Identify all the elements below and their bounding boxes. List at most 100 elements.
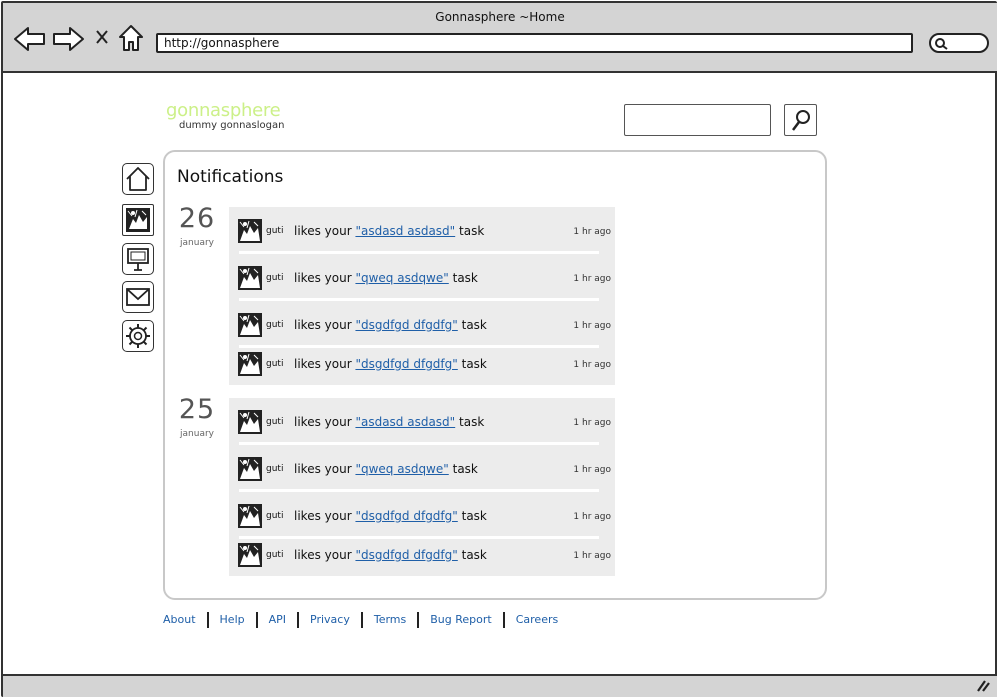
object-text: task (461, 509, 487, 523)
notification-text: likes your "dsgdfgd dfgdfg" task (294, 548, 487, 562)
footer-separator (206, 612, 209, 628)
footer-separator (417, 612, 420, 628)
presentation-icon (127, 248, 149, 271)
footer-link-about[interactable]: About (163, 613, 196, 626)
username[interactable]: guti (266, 550, 283, 560)
footer-separator (255, 612, 258, 628)
task-link[interactable]: "dsgdfgd dfgdfg" (355, 357, 457, 371)
notification-text: likes your "dsgdfgd dfgdfg" task (294, 318, 487, 332)
notification-text: likes your "qweq asdqwe" task (294, 271, 478, 285)
divider (239, 251, 599, 254)
footer-link-careers[interactable]: Careers (516, 613, 559, 626)
footer-link-help[interactable]: Help (220, 613, 245, 626)
username[interactable]: guti (266, 273, 283, 283)
close-icon[interactable] (95, 29, 109, 45)
task-link[interactable]: "asdasd asdasd" (355, 415, 455, 429)
notification-group: guti likes your "asdasd asdasd" task 1 hr … (229, 207, 615, 385)
username[interactable]: guti (266, 359, 283, 369)
user-avatar[interactable] (238, 410, 262, 434)
home-nav-icon[interactable] (117, 23, 145, 53)
task-link[interactable]: "qweq asdqwe" (355, 462, 448, 476)
address-bar[interactable]: http://gonnasphere (156, 33, 913, 53)
user-avatar[interactable] (238, 219, 262, 243)
sidebar-item-presentations[interactable] (122, 243, 154, 275)
timestamp: 1 hr ago (573, 512, 611, 522)
object-text: task (461, 357, 487, 371)
divider (239, 442, 599, 445)
notification-row: guti likes your "qweq asdqwe" task 1 hr ag… (229, 453, 615, 483)
username[interactable]: guti (266, 511, 283, 521)
username[interactable]: guti (266, 226, 283, 236)
user-avatar[interactable] (238, 543, 262, 567)
notification-group: guti likes your "asdasd asdasd" task 1 hr … (229, 398, 615, 576)
notification-row: guti likes your "qweq asdqwe" task 1 hr ag… (229, 262, 615, 292)
timestamp: 1 hr ago (573, 418, 611, 428)
date-day: 26 (178, 203, 216, 234)
timestamp: 1 hr ago (573, 227, 611, 237)
browser-toolbar: Gonnasphere ~Home http://gonnasphere (3, 3, 997, 73)
home-icon (126, 167, 150, 191)
site-slogan: dummy gonnaslogan (179, 120, 285, 131)
magnifier-icon (791, 110, 810, 131)
settings-icon (126, 324, 150, 348)
footer-links: About Help API Privacy Terms Bug Report Career… (163, 612, 558, 628)
user-avatar[interactable] (238, 504, 262, 528)
object-text: task (461, 318, 487, 332)
footer-link-terms[interactable]: Terms (374, 613, 406, 626)
username[interactable]: guti (266, 320, 283, 330)
user-avatar[interactable] (238, 313, 262, 337)
action-text: likes your (294, 224, 352, 238)
footer-separator (360, 612, 363, 628)
action-text: likes your (294, 318, 352, 332)
task-link[interactable]: "dsgdfgd dfgdfg" (355, 509, 457, 523)
notification-row: guti likes your "asdasd asdasd" task 1 hr … (229, 215, 615, 245)
notification-row: guti likes your "asdasd asdasd" task 1 hr … (229, 406, 615, 436)
footer-separator (297, 612, 300, 628)
divider (239, 489, 599, 492)
status-bar (3, 674, 997, 697)
username[interactable]: guti (266, 464, 283, 474)
action-text: likes your (294, 415, 352, 429)
task-link[interactable]: "dsgdfgd dfgdfg" (355, 548, 457, 562)
footer-link-bug-report[interactable]: Bug Report (430, 613, 491, 626)
sidebar-item-profile[interactable] (122, 204, 154, 236)
notification-text: likes your "qweq asdqwe" task (294, 462, 478, 476)
divider (239, 298, 599, 301)
notification-text: likes your "asdasd asdasd" task (294, 415, 484, 429)
object-text: task (459, 224, 485, 238)
sidebar-item-settings[interactable] (122, 320, 154, 352)
sidebar-item-messages[interactable] (122, 281, 154, 313)
task-link[interactable]: "dsgdfgd dfgdfg" (355, 318, 457, 332)
timestamp: 1 hr ago (573, 551, 611, 561)
sidebar-item-home[interactable] (122, 163, 154, 195)
object-text: task (452, 462, 478, 476)
footer-link-privacy[interactable]: Privacy (310, 613, 350, 626)
notification-text: likes your "asdasd asdasd" task (294, 224, 484, 238)
notification-row: guti likes your "dsgdfgd dfgdfg" task 1 hr… (229, 500, 615, 530)
site-logo[interactable]: gonnasphere (166, 100, 281, 121)
date-month: january (180, 238, 214, 248)
user-avatar[interactable] (238, 457, 262, 481)
timestamp: 1 hr ago (573, 274, 611, 284)
footer-link-api[interactable]: API (269, 613, 286, 626)
resize-grip-icon[interactable] (975, 678, 991, 692)
timestamp: 1 hr ago (573, 465, 611, 475)
back-arrow-icon[interactable] (13, 25, 47, 53)
profile-image-icon (126, 208, 150, 232)
username[interactable]: guti (266, 417, 283, 427)
user-avatar[interactable] (238, 352, 262, 376)
task-link[interactable]: "asdasd asdasd" (355, 224, 455, 238)
action-text: likes your (294, 548, 352, 562)
action-text: likes your (294, 271, 352, 285)
notification-row: guti likes your "dsgdfgd dfgdfg" task 1 hr… (229, 539, 615, 569)
mail-icon (126, 288, 150, 306)
footer-separator (502, 612, 505, 628)
task-link[interactable]: "qweq asdqwe" (355, 271, 448, 285)
action-text: likes your (294, 509, 352, 523)
search-input[interactable] (624, 104, 771, 136)
search-button[interactable] (784, 104, 817, 136)
forward-arrow-icon[interactable] (51, 25, 85, 53)
user-avatar[interactable] (238, 266, 262, 290)
browser-search-field[interactable] (929, 33, 989, 53)
timestamp: 1 hr ago (573, 321, 611, 331)
